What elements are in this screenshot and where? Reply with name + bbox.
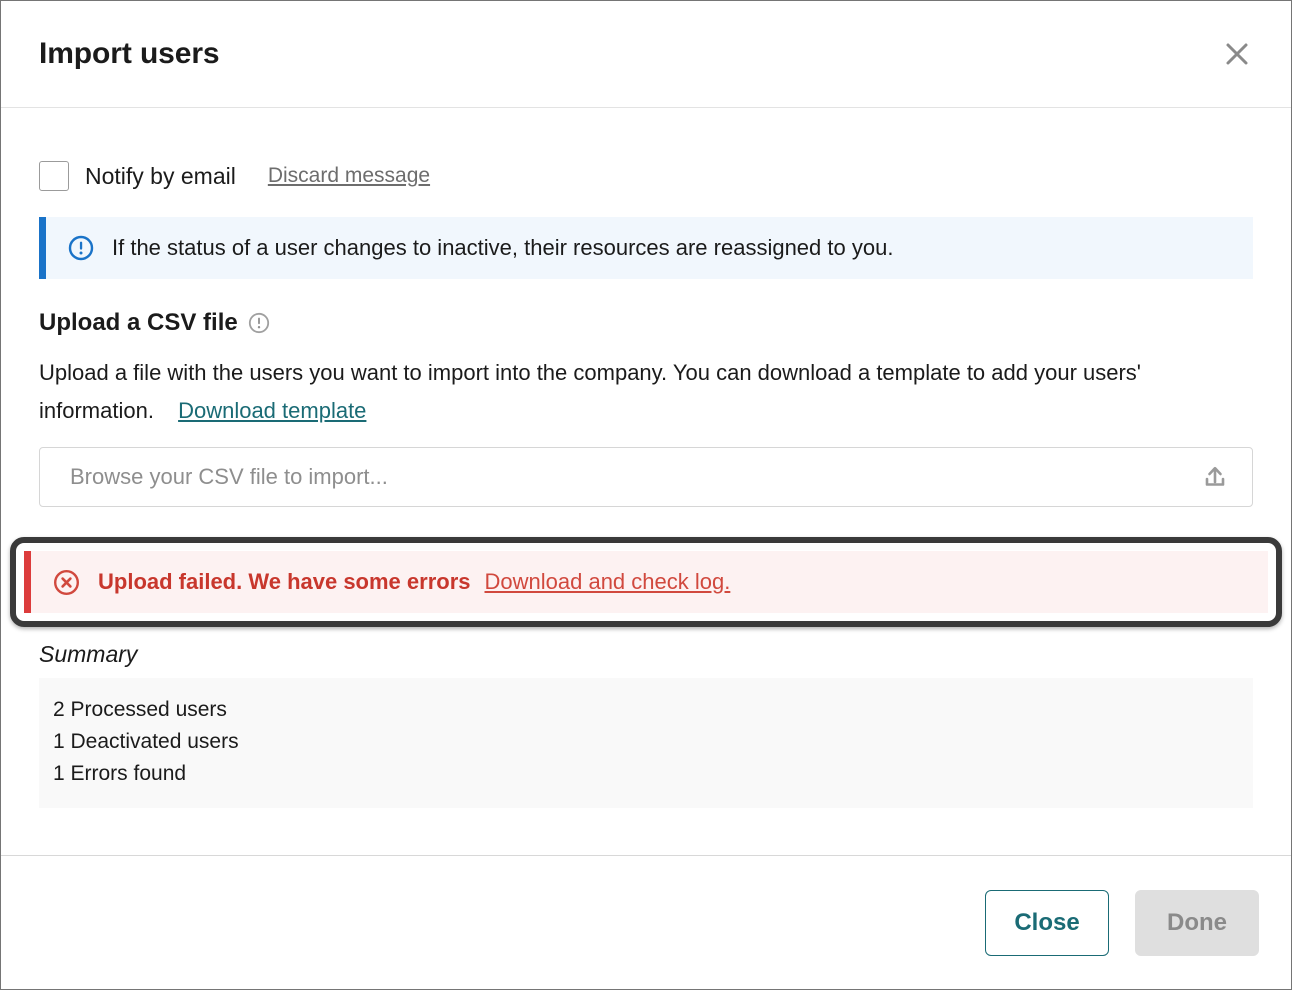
summary-line-deactivated: 1 Deactivated users: [53, 730, 239, 753]
help-circle-icon[interactable]: [248, 312, 270, 334]
upload-icon[interactable]: [1200, 462, 1230, 492]
info-banner-text: If the status of a user changes to inact…: [112, 235, 894, 260]
upload-section-description: Upload a file with the users you want to…: [39, 354, 1229, 430]
summary-title: Summary: [39, 641, 138, 667]
dialog-header: Import users: [1, 1, 1291, 108]
download-check-log-link[interactable]: Download and check log.: [485, 569, 731, 595]
done-button: Done: [1135, 889, 1259, 956]
summary-box: 2 Processed users 1 Deactivated users 1 …: [39, 678, 1253, 808]
close-icon[interactable]: [1217, 34, 1257, 74]
upload-error-focus-ring: Upload failed. We have some errors Downl…: [10, 537, 1282, 627]
dialog-body: Notify by email Discard message If the s…: [1, 108, 1291, 855]
info-banner: If the status of a user changes to inact…: [39, 217, 1253, 279]
upload-section-title: Upload a CSV file: [39, 309, 238, 336]
page-title: Import users: [39, 37, 220, 70]
notify-by-email-checkbox[interactable]: [39, 161, 69, 191]
notify-by-email-label: Notify by email: [85, 162, 236, 189]
upload-error-alert: Upload failed. We have some errors Downl…: [24, 551, 1268, 613]
close-button[interactable]: Close: [985, 889, 1109, 956]
notify-by-email-row: Notify by email Discard message: [39, 161, 1291, 191]
import-users-dialog: Import users Notify by email Discard mes…: [0, 0, 1292, 990]
dialog-footer: Close Done: [1, 855, 1291, 989]
download-template-link[interactable]: Download template: [178, 398, 366, 423]
csv-file-placeholder: Browse your CSV file to import...: [70, 464, 388, 489]
csv-file-input[interactable]: Browse your CSV file to import...: [39, 447, 1253, 507]
upload-section-heading: Upload a CSV file: [39, 309, 1291, 337]
summary-line-processed: 2 Processed users: [53, 698, 227, 721]
info-circle-icon: [68, 235, 94, 261]
summary-line-errors: 1 Errors found: [53, 762, 187, 785]
error-circle-x-icon: [53, 569, 80, 596]
discard-message-link[interactable]: Discard message: [268, 164, 430, 188]
upload-error-message: Upload failed. We have some errors: [98, 569, 471, 594]
